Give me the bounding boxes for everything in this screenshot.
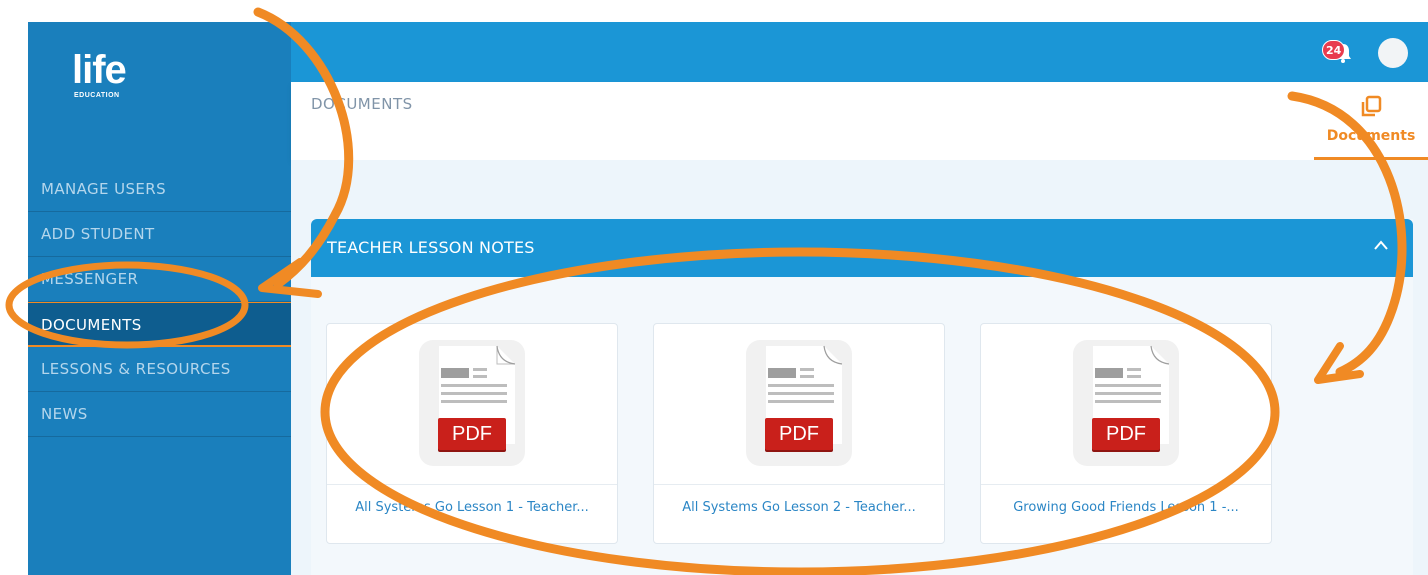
pdf-label: PDF	[1092, 418, 1160, 450]
life-education-logo[interactable]: life EDUCATION	[72, 50, 142, 112]
sidebar-item-manage-users[interactable]: MANAGE USERS	[28, 167, 291, 212]
document-card[interactable]: PDF Growing Good Friends Lesson 1 -...	[980, 323, 1272, 544]
tab-documents-label: Documents	[1326, 128, 1416, 144]
page-title: DOCUMENTS	[311, 95, 413, 113]
document-name[interactable]: All Systems Go Lesson 2 - Teacher...	[654, 500, 944, 515]
sidebar-nav: MANAGE USERS ADD STUDENT MESSENGER DOCUM…	[28, 167, 291, 437]
document-name[interactable]: Growing Good Friends Lesson 1 -...	[981, 500, 1271, 515]
document-thumbnail: PDF	[654, 324, 944, 485]
logo-subtitle: EDUCATION	[74, 92, 120, 99]
document-thumbnail: PDF	[327, 324, 617, 485]
document-thumbnail: PDF	[981, 324, 1271, 485]
notification-badge[interactable]: 24	[1322, 40, 1346, 60]
page-header: DOCUMENTS Documents	[291, 82, 1428, 160]
panel-header[interactable]: TEACHER LESSON NOTES	[311, 219, 1413, 277]
document-name[interactable]: All Systems Go Lesson 1 - Teacher...	[327, 500, 617, 515]
panel-title: TEACHER LESSON NOTES	[327, 238, 535, 257]
document-card[interactable]: PDF All Systems Go Lesson 1 - Teacher...	[326, 323, 618, 544]
pdf-file-icon: PDF	[746, 340, 852, 466]
documents-icon	[1361, 95, 1382, 117]
main-content: TEACHER LESSON NOTES PDF All Systems Go …	[291, 160, 1428, 575]
top-bar: 24	[291, 22, 1428, 82]
chevron-up-icon[interactable]	[1373, 239, 1389, 251]
sidebar-item-messenger[interactable]: MESSENGER	[28, 257, 291, 302]
lesson-notes-panel: TEACHER LESSON NOTES PDF All Systems Go …	[311, 219, 1413, 575]
sidebar-item-lessons-resources[interactable]: LESSONS & RESOURCES	[28, 347, 291, 392]
pdf-file-icon: PDF	[1073, 340, 1179, 466]
logo-word: life	[72, 48, 127, 92]
sidebar: life EDUCATION MANAGE USERS ADD STUDENT …	[28, 22, 291, 575]
sidebar-item-documents[interactable]: DOCUMENTS	[28, 302, 291, 347]
sidebar-item-news[interactable]: NEWS	[28, 392, 291, 437]
pdf-label: PDF	[438, 418, 506, 450]
user-avatar[interactable]	[1378, 38, 1408, 68]
document-card[interactable]: PDF All Systems Go Lesson 2 - Teacher...	[653, 323, 945, 544]
tab-documents[interactable]: Documents	[1314, 82, 1428, 160]
pdf-label: PDF	[765, 418, 833, 450]
sidebar-item-add-student[interactable]: ADD STUDENT	[28, 212, 291, 257]
pdf-file-icon: PDF	[419, 340, 525, 466]
